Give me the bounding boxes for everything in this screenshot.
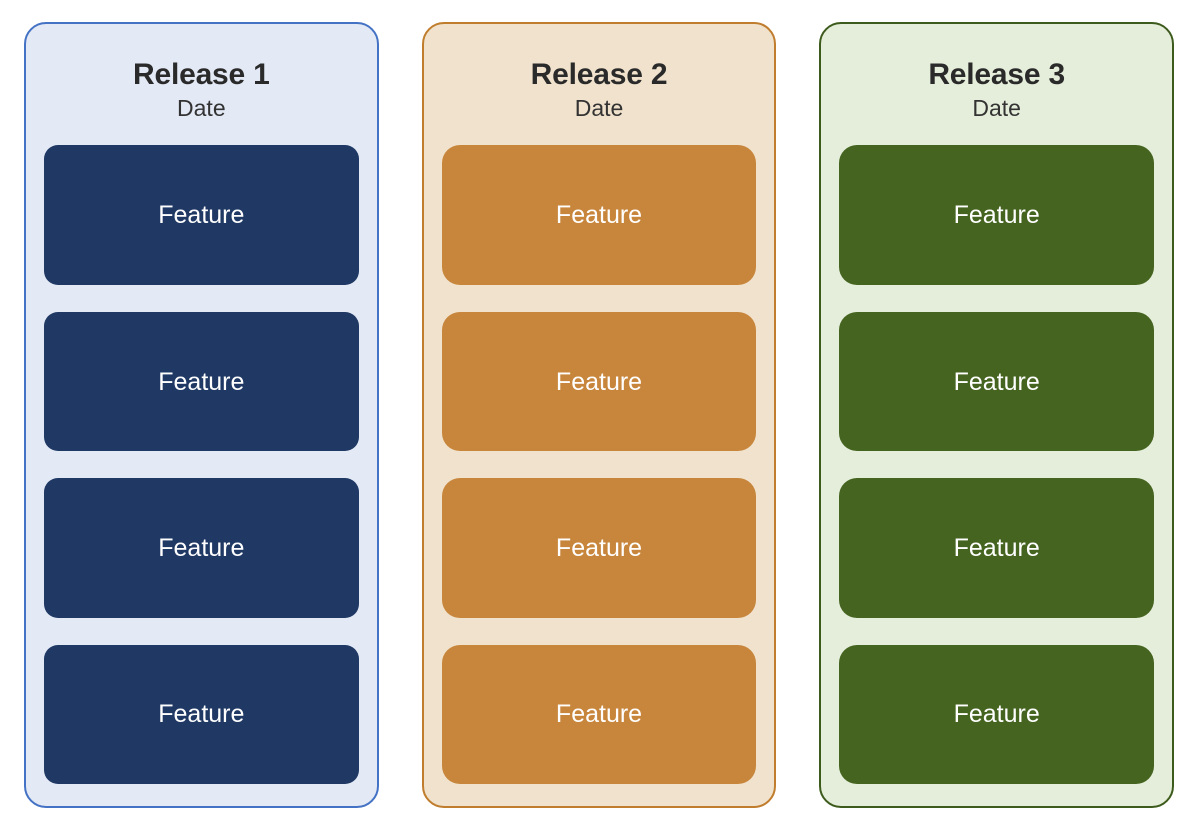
feature-card[interactable]: Feature — [44, 311, 359, 452]
feature-card[interactable]: Feature — [441, 145, 757, 285]
release-roadmap-board: Release 1 Date Feature Feature Feature Featur… — [0, 0, 1194, 836]
feature-card[interactable]: Feature — [839, 644, 1155, 784]
release-column-header-3: Release 3 Date — [839, 42, 1154, 139]
release-column-header-1: Release 1 Date — [44, 42, 359, 139]
feature-list-1: Feature Feature Feature Feature — [44, 139, 359, 784]
feature-card-label: Feature — [953, 700, 1040, 729]
release-title: Release 2 — [530, 58, 668, 91]
release-column-1[interactable]: Release 1 Date Feature Feature Feature Featur… — [24, 22, 379, 808]
release-date-label: Date — [574, 94, 624, 121]
feature-card[interactable]: Feature — [839, 311, 1155, 452]
release-title: Release 1 — [133, 58, 270, 91]
feature-card-label: Feature — [555, 201, 643, 230]
feature-card-label: Feature — [555, 367, 643, 396]
feature-card[interactable]: Feature — [44, 145, 359, 285]
feature-card[interactable]: Feature — [44, 644, 359, 784]
feature-card-label: Feature — [953, 533, 1040, 562]
release-date-label: Date — [972, 94, 1021, 121]
feature-list-3: Feature Feature Feature Feature — [839, 139, 1155, 784]
release-column-2[interactable]: Release 2 Date Feature Feature Feature Featur… — [421, 22, 777, 808]
feature-card[interactable]: Feature — [441, 311, 757, 452]
feature-card-label: Feature — [158, 700, 245, 729]
release-date-label: Date — [177, 94, 226, 121]
feature-card-label: Feature — [953, 367, 1040, 396]
release-title: Release 3 — [928, 58, 1065, 91]
feature-card[interactable]: Feature — [839, 145, 1155, 285]
feature-card-label: Feature — [158, 367, 245, 396]
release-column-3[interactable]: Release 3 Date Feature Feature Feature Featur… — [819, 22, 1175, 808]
feature-card[interactable]: Feature — [44, 478, 359, 618]
release-column-header-2: Release 2 Date — [442, 42, 757, 139]
feature-card[interactable]: Feature — [441, 478, 757, 618]
feature-card-label: Feature — [555, 533, 643, 562]
feature-card[interactable]: Feature — [839, 478, 1155, 618]
feature-card-label: Feature — [953, 201, 1040, 230]
feature-card-label: Feature — [555, 700, 643, 729]
feature-card[interactable]: Feature — [441, 644, 757, 784]
feature-card-label: Feature — [158, 201, 245, 230]
feature-list-2: Feature Feature Feature Feature — [441, 139, 757, 784]
feature-card-label: Feature — [158, 533, 245, 562]
